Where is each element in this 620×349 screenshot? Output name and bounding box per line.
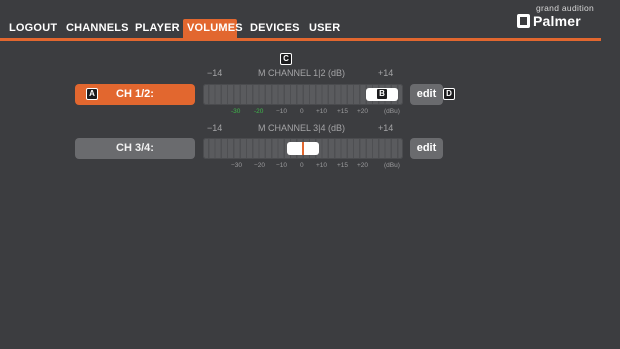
nav-devices[interactable]: DEVICES bbox=[250, 22, 300, 34]
scale-label: −10 bbox=[276, 108, 288, 115]
zero-level-indicator bbox=[302, 142, 304, 155]
marker-c: C bbox=[280, 53, 292, 65]
marker-d: D bbox=[443, 88, 455, 100]
channel-button-label: CH 3/4: bbox=[116, 142, 154, 154]
scale-label: +20 bbox=[357, 108, 369, 115]
nav-user[interactable]: USER bbox=[309, 22, 340, 34]
scale-label: -20 bbox=[254, 108, 264, 115]
brand-name: Palmer bbox=[533, 13, 581, 29]
edit-button-3-4[interactable]: edit bbox=[410, 138, 443, 159]
nav-volumes[interactable]: VOLUMES bbox=[187, 22, 243, 34]
edit-button-1-2[interactable]: edit bbox=[410, 84, 443, 105]
marker-a: A bbox=[86, 88, 98, 100]
channel-button-label: CH 1/2: bbox=[116, 88, 154, 100]
range-min-label: −14 bbox=[207, 123, 223, 133]
nav-channels[interactable]: CHANNELS bbox=[66, 22, 129, 34]
scale-label: 0 bbox=[300, 108, 304, 115]
scale-unit-label: (dBu) bbox=[384, 108, 400, 115]
scale-label: −30 bbox=[231, 162, 243, 169]
scale-unit-label: (dBu) bbox=[384, 162, 400, 169]
range-max-label: +14 bbox=[378, 123, 394, 133]
channel-3-4-button[interactable]: CH 3/4: bbox=[75, 138, 195, 159]
scale-label: −20 bbox=[254, 162, 266, 169]
scale-label: +15 bbox=[337, 162, 349, 169]
scale-label: +10 bbox=[316, 108, 328, 115]
range-min-label: −14 bbox=[207, 68, 223, 78]
scale-label: +20 bbox=[357, 162, 369, 169]
meter-title: M CHANNEL 1|2 (dB) bbox=[258, 68, 346, 78]
nav-logout[interactable]: LOGOUT bbox=[9, 22, 57, 34]
palmer-logo-icon bbox=[517, 14, 530, 28]
range-max-label: +14 bbox=[378, 68, 394, 78]
scale-label: −10 bbox=[276, 162, 288, 169]
nav-underline bbox=[0, 38, 601, 41]
meter-title: M CHANNEL 3|4 (dB) bbox=[258, 123, 346, 133]
scale-label: -30 bbox=[231, 108, 241, 115]
scale-label: +10 bbox=[316, 162, 328, 169]
scale-label: +15 bbox=[337, 108, 349, 115]
nav-player[interactable]: PLAYER bbox=[135, 22, 180, 34]
marker-b: B bbox=[376, 88, 388, 100]
brand-tagline: grand audition bbox=[536, 3, 595, 13]
scale-label: 0 bbox=[300, 162, 304, 169]
